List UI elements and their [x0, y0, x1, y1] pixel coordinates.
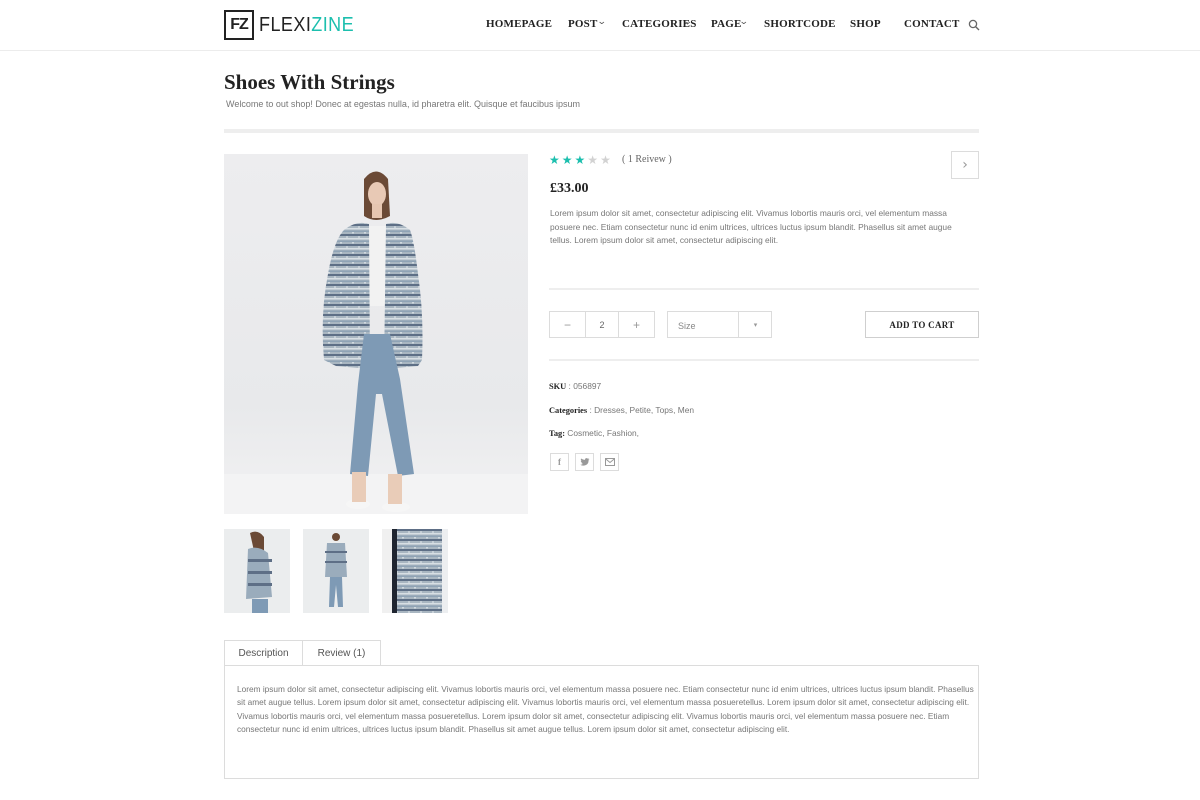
star-filled-icon: ★	[574, 153, 586, 167]
product-categories: Categories : Dresses, Petite, Tops, Men	[549, 405, 694, 415]
nav-shop[interactable]: SHOP	[850, 18, 881, 30]
nav-homepage[interactable]: HOMEPAGE	[486, 18, 552, 30]
star-filled-icon: ★	[549, 153, 560, 167]
email-share-button[interactable]	[600, 453, 619, 471]
chevron-down-icon: ⌄	[596, 17, 607, 27]
tab-review[interactable]: Review (1)	[302, 640, 381, 666]
add-to-cart-button[interactable]: ADD TO CART	[865, 311, 979, 338]
chevron-right-icon: ›	[962, 157, 968, 173]
thumbnail-full-image	[303, 529, 369, 613]
star-empty-icon: ★	[587, 153, 599, 167]
logo-wordmark: FLEXIZINE	[259, 14, 354, 37]
search-icon[interactable]	[968, 19, 980, 31]
product-sku: SKU : 056897	[549, 381, 601, 391]
thumbnail-closeup-image	[382, 529, 448, 613]
tab-panel-description: Lorem ipsum dolor sit amet, consectetur …	[224, 665, 979, 779]
twitter-share-button[interactable]	[575, 453, 594, 471]
divider	[549, 359, 979, 361]
categories-label: Categories	[549, 406, 588, 415]
size-select-value: Size	[678, 321, 696, 331]
site-header: FZ FLEXIZINE HOMEPAGE POST ⌄ CATEGORIES …	[0, 0, 1200, 51]
tag-label: Tag:	[549, 429, 565, 438]
rating-stars: ★ ★ ★ ★ ★	[549, 153, 611, 167]
review-count-link[interactable]: ( 1 Reivew )	[622, 154, 672, 165]
model-figure	[322, 171, 423, 512]
next-product-button[interactable]: ›	[951, 151, 979, 179]
page-subtitle: Welcome to out shop! Donec at egestas nu…	[226, 99, 581, 109]
categories-value[interactable]: : Dresses, Petite, Tops, Men	[587, 405, 694, 415]
chevron-down-icon: ▾	[738, 312, 772, 337]
quantity-input[interactable]: 2	[585, 312, 619, 337]
tab-description[interactable]: Description	[224, 640, 303, 666]
product-tags: Tag: Cosmetic, Fashion,	[549, 428, 639, 438]
divider	[549, 288, 979, 290]
divider	[224, 129, 979, 133]
chevron-down-icon: ⌄	[682, 17, 693, 27]
tag-value[interactable]: Cosmetic, Fashion,	[565, 428, 639, 438]
nav-contact[interactable]: CONTACT	[904, 18, 960, 30]
page-title: Shoes With Strings	[224, 70, 395, 94]
site-logo[interactable]: FZ FLEXIZINE	[224, 10, 365, 40]
facebook-icon: f	[558, 457, 561, 467]
logo-mark: FZ	[224, 10, 254, 40]
email-icon	[604, 458, 615, 466]
description-text: Lorem ipsum dolor sit amet, consectetur …	[237, 684, 974, 734]
sku-label: SKU	[549, 382, 567, 391]
facebook-share-button[interactable]: f	[550, 453, 569, 471]
nav-page[interactable]: PAGE	[711, 18, 742, 30]
logo-wordmark-part2: ZINE	[311, 13, 355, 36]
nav-post[interactable]: POST	[568, 18, 598, 30]
sku-value: : 056897	[566, 381, 602, 391]
thumbnail-side-image	[224, 529, 290, 613]
product-thumbnail[interactable]	[303, 529, 369, 613]
product-price: £33.00	[550, 181, 589, 196]
twitter-icon	[579, 457, 589, 466]
product-short-description: Lorem ipsum dolor sit amet, consectetur …	[550, 208, 952, 245]
product-main-image[interactable]	[224, 154, 528, 514]
product-thumbnail[interactable]	[382, 529, 448, 613]
chevron-down-icon: ⌄	[738, 17, 749, 27]
quantity-increase-button[interactable]: +	[619, 312, 654, 337]
size-select[interactable]: Size ▾	[667, 311, 772, 338]
star-filled-icon: ★	[561, 153, 573, 167]
nav-shortcode[interactable]: SHORTCODE	[764, 18, 836, 30]
logo-wordmark-part1: FLEXI	[259, 13, 312, 36]
product-thumbnail[interactable]	[224, 529, 290, 613]
quantity-decrease-button[interactable]: −	[550, 312, 585, 337]
star-empty-icon: ★	[600, 153, 611, 167]
quantity-stepper: − 2 +	[549, 311, 655, 338]
